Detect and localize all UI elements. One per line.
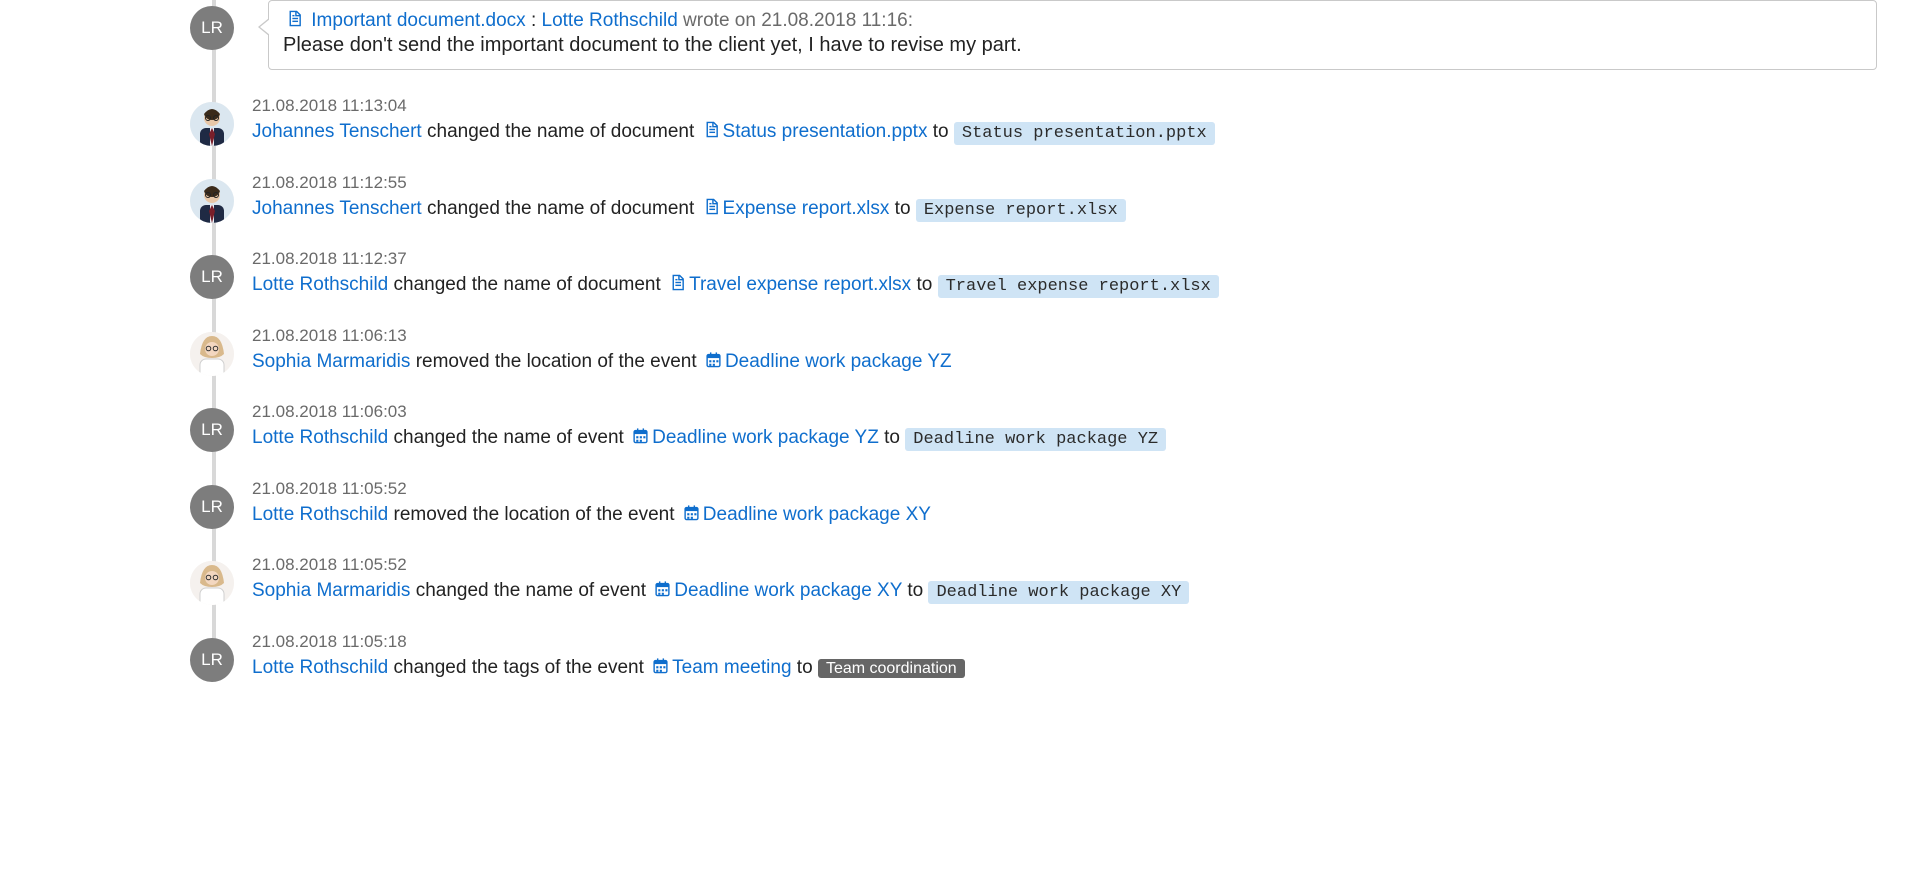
comment-meta: wrote on 21.08.2018 11:16: (683, 10, 913, 31)
activity-comment: LR Important document.docx : Lotte Roths… (190, 0, 1877, 70)
word-to: to (797, 657, 813, 678)
activity-entry: LR21.08.2018 11:12:37Lotte Rothschild ch… (190, 249, 1877, 300)
avatar[interactable]: LR (190, 6, 234, 50)
avatar[interactable]: LR (190, 638, 234, 682)
activity-timestamp: 21.08.2018 11:05:52 (252, 479, 1877, 499)
actor-link[interactable]: Sophia Marmaridis (252, 580, 410, 601)
separator: : (531, 10, 542, 31)
activity-verb: removed the location of the event (394, 504, 675, 525)
activity-entry: LR21.08.2018 11:05:52Lotte Rothschild re… (190, 479, 1877, 530)
activity-object-link[interactable]: Deadline work package YZ (725, 351, 952, 372)
activity-verb: changed the name of event (394, 427, 624, 448)
activity-feed: LR Important document.docx : Lotte Roths… (190, 0, 1877, 682)
activity-line: Lotte Rothschild changed the tags of the… (252, 654, 1877, 683)
actor-link[interactable]: Johannes Tenschert (252, 121, 422, 142)
tag-chip[interactable]: Team coordination (818, 659, 965, 678)
word-to: to (933, 121, 949, 142)
avatar[interactable] (190, 102, 234, 146)
word-to: to (916, 274, 932, 295)
activity-line: Lotte Rothschild changed the name of doc… (252, 271, 1877, 300)
activity-object-link[interactable]: Status presentation.pptx (723, 121, 928, 142)
word-to: to (884, 427, 900, 448)
activity-object-link[interactable]: Team meeting (672, 657, 791, 678)
activity-timestamp: 21.08.2018 11:12:55 (252, 173, 1877, 193)
activity-timestamp: 21.08.2018 11:13:04 (252, 96, 1877, 116)
activity-line: Lotte Rothschild removed the location of… (252, 501, 1877, 530)
activity-line: Sophia Marmaridis changed the name of ev… (252, 577, 1877, 606)
word-to: to (895, 198, 911, 219)
activity-verb: removed the location of the event (416, 351, 697, 372)
activity-timestamp: 21.08.2018 11:05:18 (252, 632, 1877, 652)
activity-verb: changed the name of document (427, 121, 694, 142)
document-icon (286, 9, 303, 28)
actor-link[interactable]: Lotte Rothschild (252, 427, 388, 448)
document-icon (703, 120, 720, 139)
activity-object-link[interactable]: Deadline work package YZ (652, 427, 879, 448)
word-to: to (907, 580, 923, 601)
activity-timestamp: 21.08.2018 11:12:37 (252, 249, 1877, 269)
activity-entry: 21.08.2018 11:06:13Sophia Marmaridis rem… (190, 326, 1877, 377)
activity-verb: changed the name of event (416, 580, 646, 601)
actor-link[interactable]: Lotte Rothschild (252, 504, 388, 525)
calendar-icon (652, 656, 669, 675)
activity-line: Lotte Rothschild changed the name of eve… (252, 424, 1877, 453)
calendar-icon (683, 503, 700, 522)
activity-verb: changed the name of document (394, 274, 661, 295)
activity-verb: changed the name of document (427, 198, 694, 219)
actor-link[interactable]: Johannes Tenschert (252, 198, 422, 219)
activity-timestamp: 21.08.2018 11:05:52 (252, 555, 1877, 575)
comment-author-link[interactable]: Lotte Rothschild (542, 10, 678, 31)
activity-object-link[interactable]: Expense report.xlsx (723, 198, 890, 219)
avatar[interactable] (190, 332, 234, 376)
activity-timestamp: 21.08.2018 11:06:03 (252, 402, 1877, 422)
avatar[interactable]: LR (190, 485, 234, 529)
new-value: Deadline work package XY (928, 581, 1189, 604)
activity-line: Johannes Tenschert changed the name of d… (252, 118, 1877, 147)
activity-timestamp: 21.08.2018 11:06:13 (252, 326, 1877, 346)
activity-entry: 21.08.2018 11:13:04Johannes Tenschert ch… (190, 96, 1877, 147)
activity-entry: LR21.08.2018 11:06:03Lotte Rothschild ch… (190, 402, 1877, 453)
actor-link[interactable]: Sophia Marmaridis (252, 351, 410, 372)
activity-object-link[interactable]: Deadline work package XY (674, 580, 902, 601)
calendar-icon (632, 426, 649, 445)
document-icon (703, 197, 720, 216)
comment-body: Please don't send the important document… (283, 34, 1862, 57)
activity-verb: changed the tags of the event (394, 657, 644, 678)
calendar-icon (705, 350, 722, 369)
avatar[interactable]: LR (190, 408, 234, 452)
activity-entry: 21.08.2018 11:05:52Sophia Marmaridis cha… (190, 555, 1877, 606)
activity-line: Sophia Marmaridis removed the location o… (252, 348, 1877, 377)
activity-object-link[interactable]: Deadline work package XY (703, 504, 931, 525)
activity-entry: 21.08.2018 11:12:55Johannes Tenschert ch… (190, 173, 1877, 224)
avatar[interactable] (190, 179, 234, 223)
actor-link[interactable]: Lotte Rothschild (252, 657, 388, 678)
new-value: Travel expense report.xlsx (938, 275, 1219, 298)
new-value: Deadline work package YZ (905, 428, 1166, 451)
calendar-icon (654, 579, 671, 598)
new-value: Status presentation.pptx (954, 122, 1215, 145)
activity-object-link[interactable]: Travel expense report.xlsx (689, 274, 911, 295)
document-icon (669, 273, 686, 292)
comment-document-link[interactable]: Important document.docx (311, 10, 525, 31)
comment-bubble: Important document.docx : Lotte Rothschi… (268, 0, 1877, 70)
activity-line: Johannes Tenschert changed the name of d… (252, 195, 1877, 224)
activity-entry: LR21.08.2018 11:05:18Lotte Rothschild ch… (190, 632, 1877, 683)
avatar[interactable] (190, 561, 234, 605)
actor-link[interactable]: Lotte Rothschild (252, 274, 388, 295)
avatar[interactable]: LR (190, 255, 234, 299)
new-value: Expense report.xlsx (916, 199, 1126, 222)
